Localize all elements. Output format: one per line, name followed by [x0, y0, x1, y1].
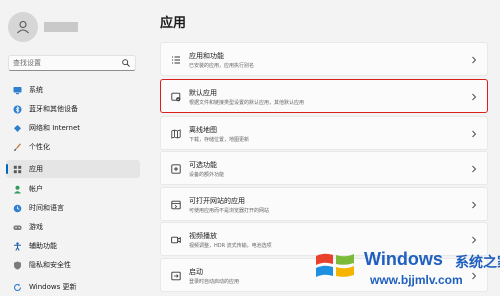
accessibility-icon	[13, 241, 22, 251]
sidebar-item-label: 网络和 Internet	[29, 124, 81, 132]
card-title: 离线地图	[189, 126, 217, 134]
map-icon	[171, 129, 181, 139]
sidebar-item-label: 应用	[29, 165, 43, 173]
sidebar-item-privacy[interactable]: 隐私和安全性	[6, 256, 140, 274]
person-icon	[17, 20, 29, 34]
sidebar-item-label: 系统	[29, 86, 43, 94]
globe-clock-icon	[13, 204, 22, 213]
card-default-apps[interactable]: 默认应用 根据文件和链接类型设置的默认应用，其他默认应用	[160, 79, 488, 113]
gamepad-icon	[13, 223, 22, 232]
chevron-right-icon	[472, 93, 477, 101]
sidebar-item-accessibility[interactable]: 辅助功能	[6, 237, 140, 255]
search-input[interactable]	[13, 57, 119, 69]
card-description: 已安装的应用，应用执行别名	[189, 63, 255, 69]
card-title: 启动	[189, 268, 203, 276]
watermark: Windows 系统之家 www.bjjmlv.com	[312, 240, 500, 293]
page-title: 应用	[160, 16, 187, 31]
startup-icon	[171, 271, 181, 281]
sidebar-item-time-language[interactable]: 时间和语言	[6, 199, 140, 217]
card-title: 可选功能	[189, 161, 217, 169]
sidebar-item-system[interactable]: 系统	[6, 81, 140, 99]
windows-logo-icon	[316, 253, 354, 277]
card-description: 设备的额外功能	[189, 172, 225, 178]
search-box[interactable]	[8, 55, 136, 71]
apps-icon	[13, 165, 22, 174]
monitor-icon	[13, 86, 22, 95]
video-icon	[171, 236, 181, 244]
sidebar-item-label: 蓝牙和其他设备	[29, 105, 78, 113]
sidebar-item-gaming[interactable]: 游戏	[6, 218, 140, 236]
watermark-site: www.bjjmlv.com	[370, 273, 463, 287]
card-title: 可打开网站的应用	[189, 197, 245, 205]
sidebar-item-accounts[interactable]: 帐户	[6, 180, 140, 198]
card-description: 登录时自动启动的应用	[189, 279, 240, 285]
sidebar: 系统 蓝牙和其他设备 网络和 Internet 个性化 应用 帐户 时间和语	[0, 0, 148, 293]
card-description: 视频调整，HDR 流式传输，电池选项	[189, 243, 272, 249]
optional-features-icon	[171, 164, 181, 174]
watermark-brand: Windows	[364, 249, 443, 269]
default-apps-icon	[171, 92, 181, 102]
search-icon[interactable]	[122, 59, 130, 67]
sidebar-item-label: 个性化	[29, 143, 50, 151]
chevron-right-icon	[472, 130, 477, 138]
sidebar-item-bluetooth[interactable]: 蓝牙和其他设备	[6, 100, 140, 118]
card-apps-features[interactable]: 应用和功能 已安装的应用，应用执行别名	[160, 42, 488, 76]
card-apps-for-websites[interactable]: 可打开网站的应用 可使用应用而不是浏览器打开的网站	[160, 187, 488, 221]
card-description: 根据文件和链接类型设置的默认应用，其他默认应用	[189, 100, 305, 106]
avatar[interactable]	[8, 12, 38, 42]
sidebar-item-label: 辅助功能	[29, 242, 57, 250]
bluetooth-icon	[13, 105, 22, 114]
sidebar-item-network[interactable]: 网络和 Internet	[6, 119, 140, 137]
user-name-blurred	[44, 22, 78, 32]
chevron-right-icon	[472, 201, 477, 209]
update-icon	[13, 283, 22, 292]
sidebar-item-label: 时间和语言	[29, 204, 64, 212]
brush-icon	[13, 142, 22, 152]
person-icon	[13, 185, 22, 194]
card-title: 视频播放	[189, 232, 217, 240]
chevron-right-icon	[472, 56, 477, 64]
sidebar-item-label: 帐户	[29, 185, 43, 193]
sidebar-item-personalization[interactable]: 个性化	[6, 138, 140, 156]
shield-icon	[13, 261, 22, 270]
card-description: 下载，存储位置，地图更新	[189, 137, 250, 143]
web-apps-icon	[171, 200, 181, 210]
card-title: 默认应用	[189, 89, 217, 97]
card-title: 应用和功能	[189, 52, 224, 60]
sidebar-item-windows-update[interactable]: Windows 更新	[6, 278, 140, 296]
card-offline-maps[interactable]: 离线地图 下载，存储位置，地图更新	[160, 116, 488, 150]
list-apps-icon	[172, 56, 180, 64]
card-description: 可使用应用而不是浏览器打开的网站	[189, 208, 270, 214]
sidebar-item-label: Windows 更新	[29, 283, 77, 291]
wifi-icon	[13, 124, 22, 133]
card-optional-features[interactable]: 可选功能 设备的额外功能	[160, 151, 488, 185]
sidebar-item-label: 隐私和安全性	[29, 261, 71, 269]
watermark-brand-cn: 系统之家	[455, 255, 500, 271]
chevron-right-icon	[472, 165, 477, 173]
sidebar-item-label: 游戏	[29, 223, 43, 231]
sidebar-item-apps[interactable]: 应用	[6, 160, 140, 178]
